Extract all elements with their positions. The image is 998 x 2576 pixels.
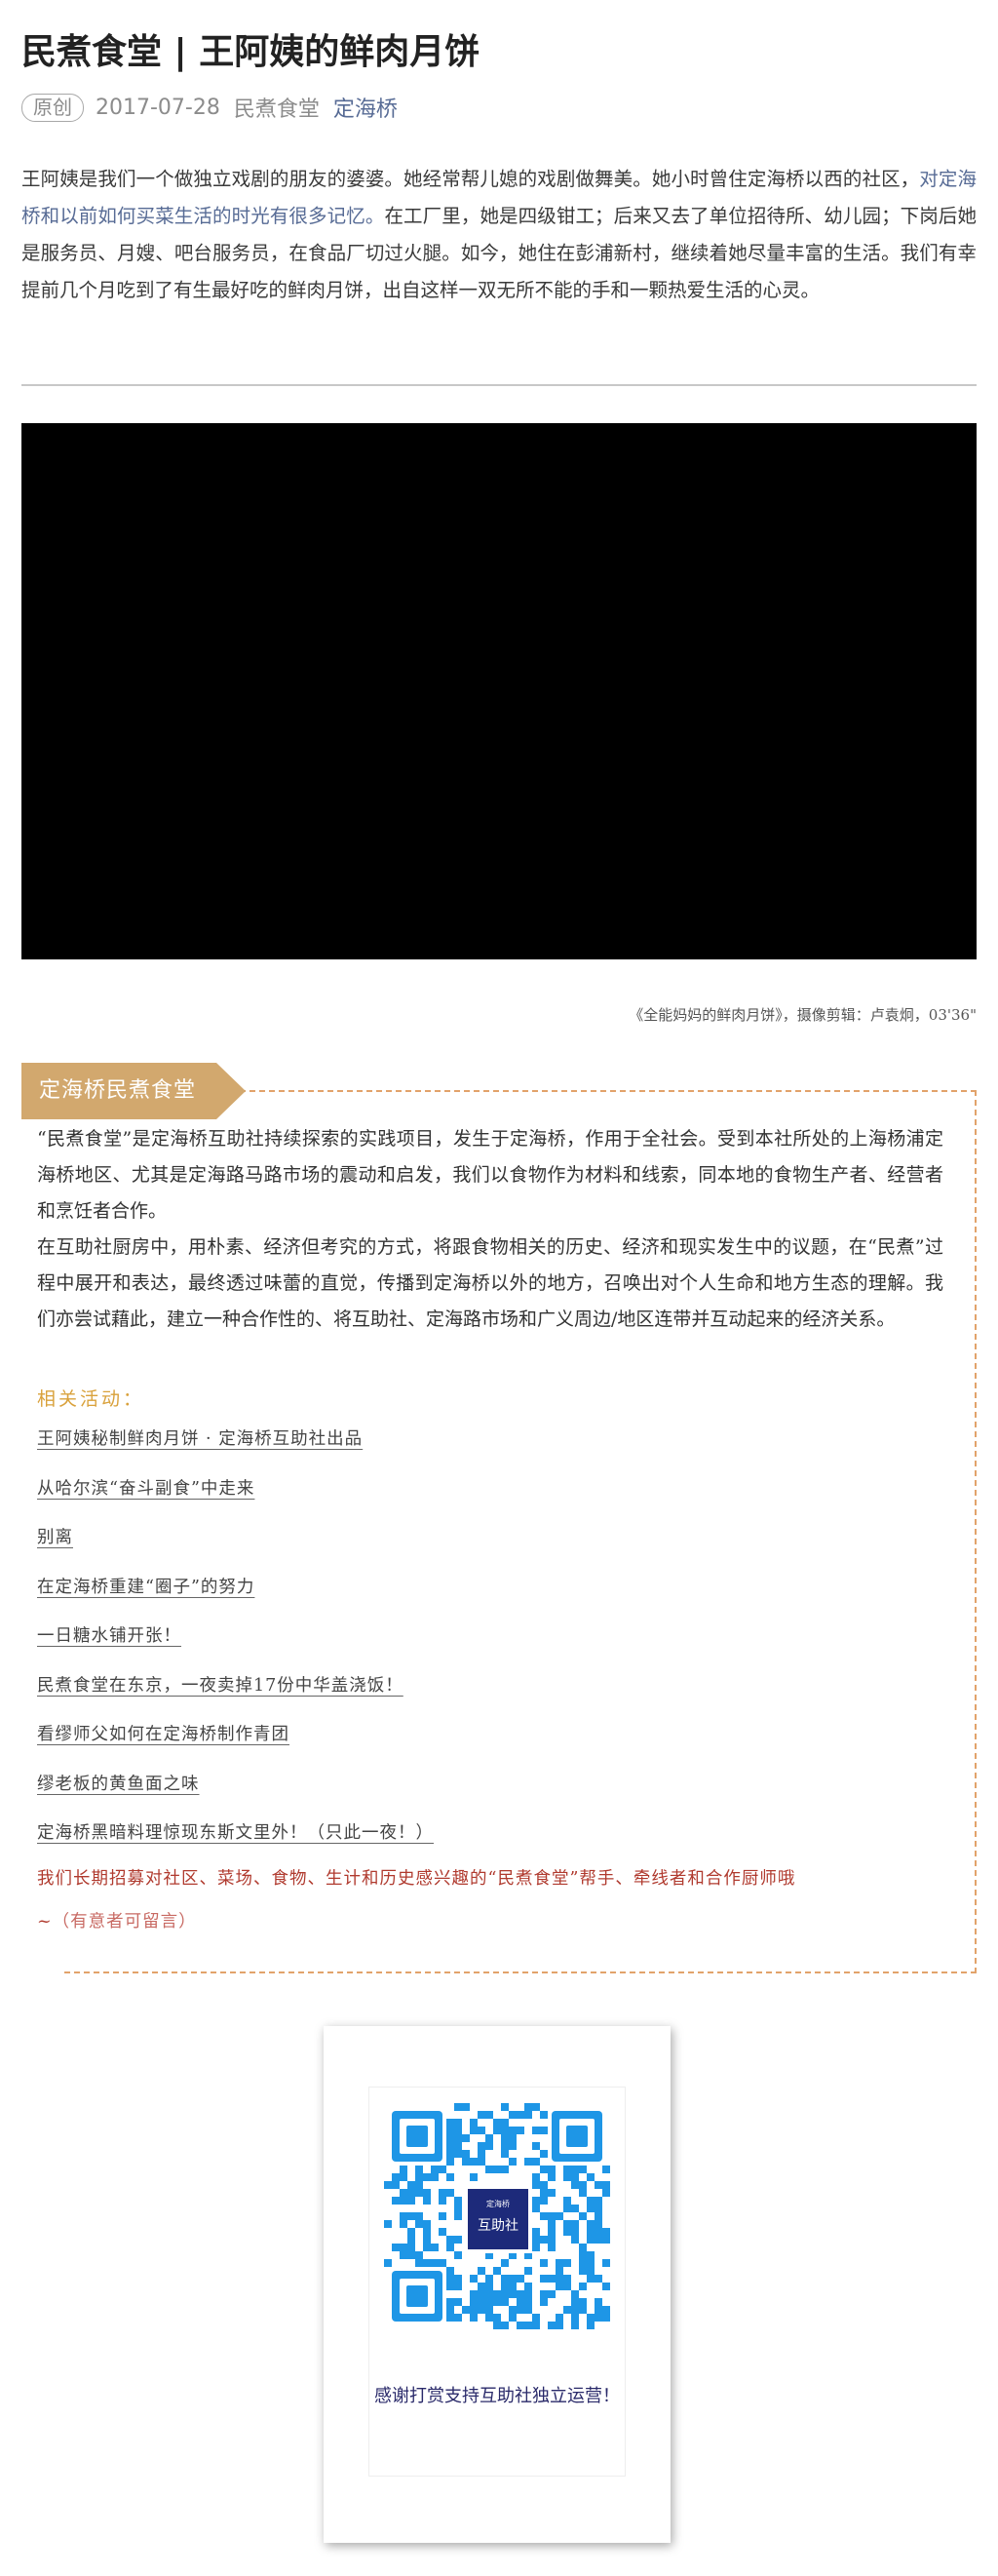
related-link[interactable]: 在定海桥重建“圈子”的努力: [37, 1568, 953, 1618]
qr-logo-big-text: 互助社: [478, 2218, 518, 2234]
account-name[interactable]: 民煮食堂: [234, 92, 320, 123]
original-badge: 原创: [21, 93, 84, 122]
related-link[interactable]: 看缪师父如何在定海桥制作青团: [37, 1715, 953, 1765]
qr-card: 定海桥 互助社 感谢打赏支持互助社独立运营！: [324, 2026, 671, 2543]
panel-description: “民煮食堂”是定海桥互助社持续探索的实践项目，发生于定海桥，作用于全社会。受到本…: [37, 1121, 943, 1338]
related-link[interactable]: 定海桥黑暗料理惊现东斯文里外！（只此一夜！）: [37, 1814, 953, 1863]
related-link-text[interactable]: 在定海桥重建“圈子”的努力: [37, 1578, 254, 1597]
recruit-line-1: 我们长期招募对社区、菜场、食物、生计和历史感兴趣的“民煮食堂”帮手、牵线者和合作…: [37, 1869, 796, 1889]
video-player[interactable]: [21, 423, 977, 959]
panel-ribbon: 定海桥民煮食堂: [21, 1063, 246, 1119]
related-link-text[interactable]: 从哈尔滨“奋斗副食”中走来: [37, 1479, 254, 1499]
related-link[interactable]: 别离: [37, 1518, 953, 1568]
related-link[interactable]: 民煮食堂在东京，一夜卖掉17份中华盖浇饭！: [37, 1666, 953, 1716]
recruit-note: （有意者可留言）: [52, 1912, 197, 1932]
article-title: 民煮食堂 | 王阿姨的鲜肉月饼: [21, 32, 480, 72]
intro-paragraph: 王阿姨是我们一个做独立戏剧的朋友的婆婆。她经常帮儿媳的戏剧做舞美。她小时曾住定海…: [21, 161, 977, 309]
related-link-text[interactable]: 王阿姨秘制鲜肉月饼 · 定海桥互助社出品: [37, 1429, 363, 1449]
description-paragraph-2: 在互助社厨房中，用朴素、经济但考究的方式，将跟食物相关的历史、经济和现实发生中的…: [37, 1236, 943, 1330]
related-heading: 相关活动：: [37, 1388, 145, 1410]
qr-logo-small-text: 定海桥: [486, 2199, 510, 2208]
description-paragraph-1: “民煮食堂”是定海桥互助社持续探索的实践项目，发生于定海桥，作用于全社会。受到本…: [37, 1128, 943, 1222]
recruit-notice: 我们长期招募对社区、菜场、食物、生计和历史感兴趣的“民煮食堂”帮手、牵线者和合作…: [37, 1857, 953, 1943]
author-link[interactable]: 定海桥: [333, 92, 398, 123]
related-link-text[interactable]: 定海桥黑暗料理惊现东斯文里外！（只此一夜！）: [37, 1823, 434, 1843]
recruit-line-2: ~（有意者可留言）: [37, 1900, 953, 1943]
related-link[interactable]: 缪老板的黄鱼面之味: [37, 1765, 953, 1815]
related-link-text[interactable]: 看缪师父如何在定海桥制作青团: [37, 1725, 289, 1744]
intro-text-1: 王阿姨是我们一个做独立戏剧的朋友的婆婆。她经常帮儿媳的戏剧做舞美。她小时曾住定海…: [21, 168, 920, 190]
qr-thanks-text: 感谢打赏支持互助社独立运营！: [374, 2386, 620, 2406]
qr-code[interactable]: 定海桥 互助社: [384, 2103, 610, 2329]
related-link-text[interactable]: 缪老板的黄鱼面之味: [37, 1775, 200, 1794]
related-link[interactable]: 一日糖水铺开张！: [37, 1617, 953, 1666]
related-link-text[interactable]: 别离: [37, 1528, 73, 1547]
article-meta: 原创 2017-07-28 民煮食堂 定海桥: [21, 92, 398, 123]
related-link-text[interactable]: 一日糖水铺开张！: [37, 1626, 181, 1646]
publish-date: 2017-07-28: [96, 95, 220, 120]
recruit-tilde: ~: [37, 1912, 53, 1932]
related-link-text[interactable]: 民煮食堂在东京，一夜卖掉17份中华盖浇饭！: [37, 1676, 403, 1696]
related-link[interactable]: 王阿姨秘制鲜肉月饼 · 定海桥互助社出品: [37, 1420, 953, 1469]
related-link[interactable]: 从哈尔滨“奋斗副食”中走来: [37, 1469, 953, 1519]
related-links-list: 王阿姨秘制鲜肉月饼 · 定海桥互助社出品 从哈尔滨“奋斗副食”中走来 别离 在定…: [37, 1420, 953, 1863]
video-caption: 《全能妈妈的鲜肉月饼》，摄像剪辑：卢袁炯，03'36": [629, 1006, 977, 1024]
ribbon-label: 定海桥民煮食堂: [39, 1078, 197, 1103]
qr-frame: 定海桥 互助社 感谢打赏支持互助社独立运营！: [368, 2087, 626, 2477]
divider: [21, 384, 977, 386]
